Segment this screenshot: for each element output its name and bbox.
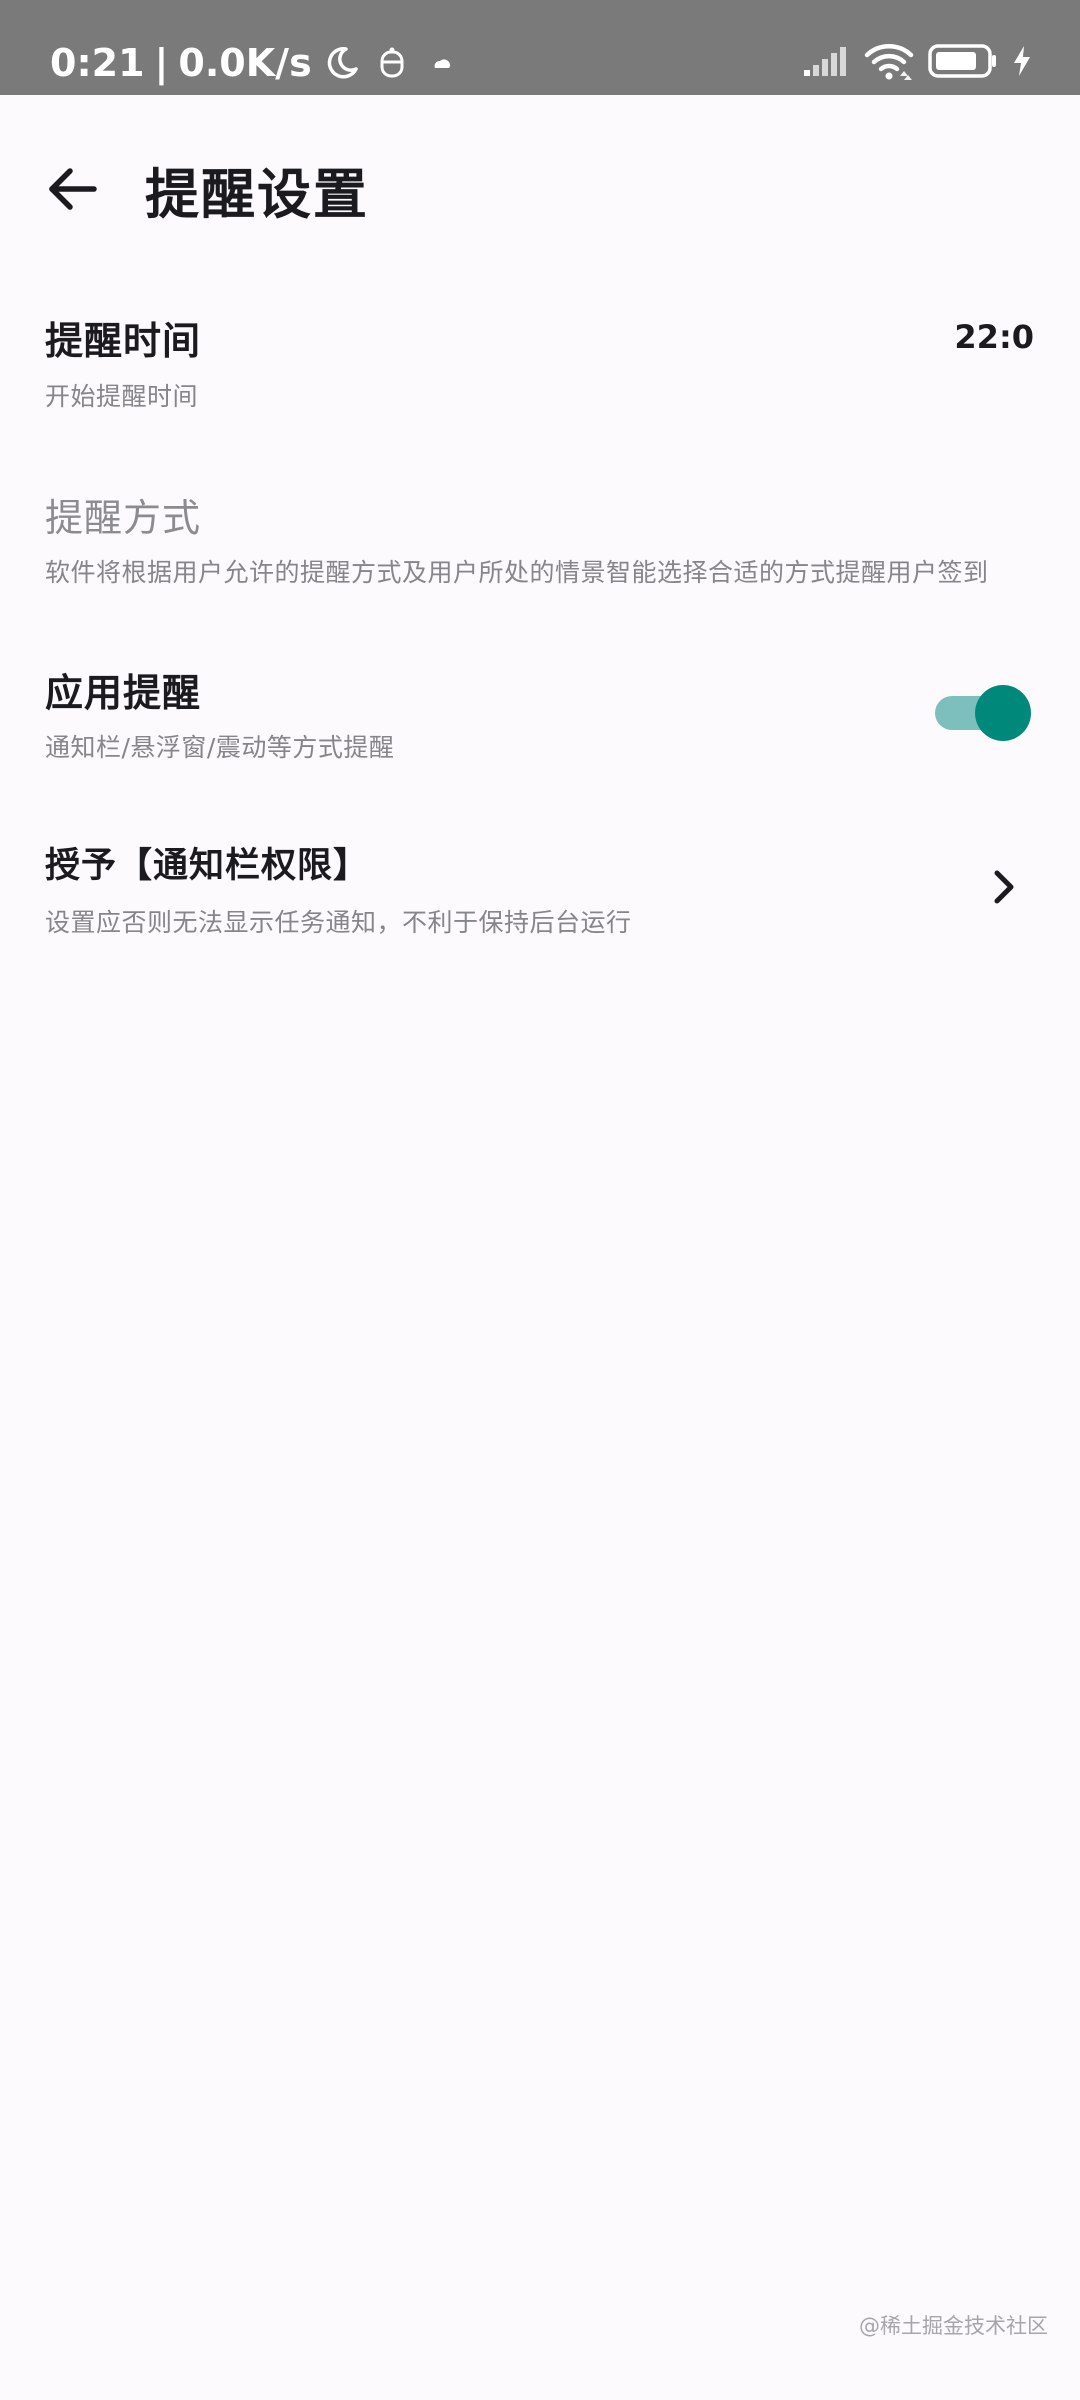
app-reminder-switch[interactable] xyxy=(935,681,1031,741)
battery-icon xyxy=(928,43,998,83)
status-net-speed: 0.0K/s xyxy=(178,40,312,85)
wifi-icon xyxy=(864,41,914,85)
status-bar: 0:21 | 0.0K/s xyxy=(0,0,1080,95)
grant-permission-row[interactable]: 授予【通知栏权限】 设置应否则无法显示任务通知，不利于保持后台运行 xyxy=(0,815,1080,955)
app-reminder-subtitle: 通知栏/悬浮窗/震动等方式提醒 xyxy=(45,733,395,762)
grant-permission-subtitle: 设置应否则无法显示任务通知，不利于保持后台运行 xyxy=(45,908,632,937)
status-separator: | xyxy=(154,40,169,85)
remind-time-value: 22:0 xyxy=(954,318,1034,356)
robot-icon xyxy=(378,46,406,80)
remind-method-row: 提醒方式 软件将根据用户允许的提醒方式及用户所处的情景智能选择合适的方式提醒用户… xyxy=(0,465,1080,605)
grant-permission-title: 授予【通知栏权限】 xyxy=(45,846,370,886)
remind-time-row[interactable]: 提醒时间 开始提醒时间 22:0 xyxy=(0,280,1080,440)
back-button[interactable] xyxy=(36,153,108,225)
remind-method-subtitle: 软件将根据用户允许的提醒方式及用户所处的情景智能选择合适的方式提醒用户签到 xyxy=(45,558,989,587)
status-time: 0:21 xyxy=(50,40,145,85)
remind-time-subtitle: 开始提醒时间 xyxy=(45,382,199,411)
moon-icon xyxy=(324,45,360,81)
charging-bolt-icon xyxy=(1012,44,1032,82)
watermark: @稀土掘金技术社区 xyxy=(859,2314,1048,2338)
remind-time-title: 提醒时间 xyxy=(45,319,202,363)
remind-method-title: 提醒方式 xyxy=(45,496,202,540)
signal-icon xyxy=(802,44,850,82)
app-reminder-title: 应用提醒 xyxy=(45,671,202,715)
arrow-left-icon xyxy=(49,168,97,210)
app-reminder-row[interactable]: 应用提醒 通知栏/悬浮窗/震动等方式提醒 xyxy=(0,640,1080,780)
app-bar: 提醒设置 xyxy=(0,95,1080,275)
switch-thumb xyxy=(975,685,1031,741)
page-title: 提醒设置 xyxy=(145,163,369,226)
cloud-icon xyxy=(432,56,452,70)
chevron-right-icon xyxy=(985,867,1025,907)
